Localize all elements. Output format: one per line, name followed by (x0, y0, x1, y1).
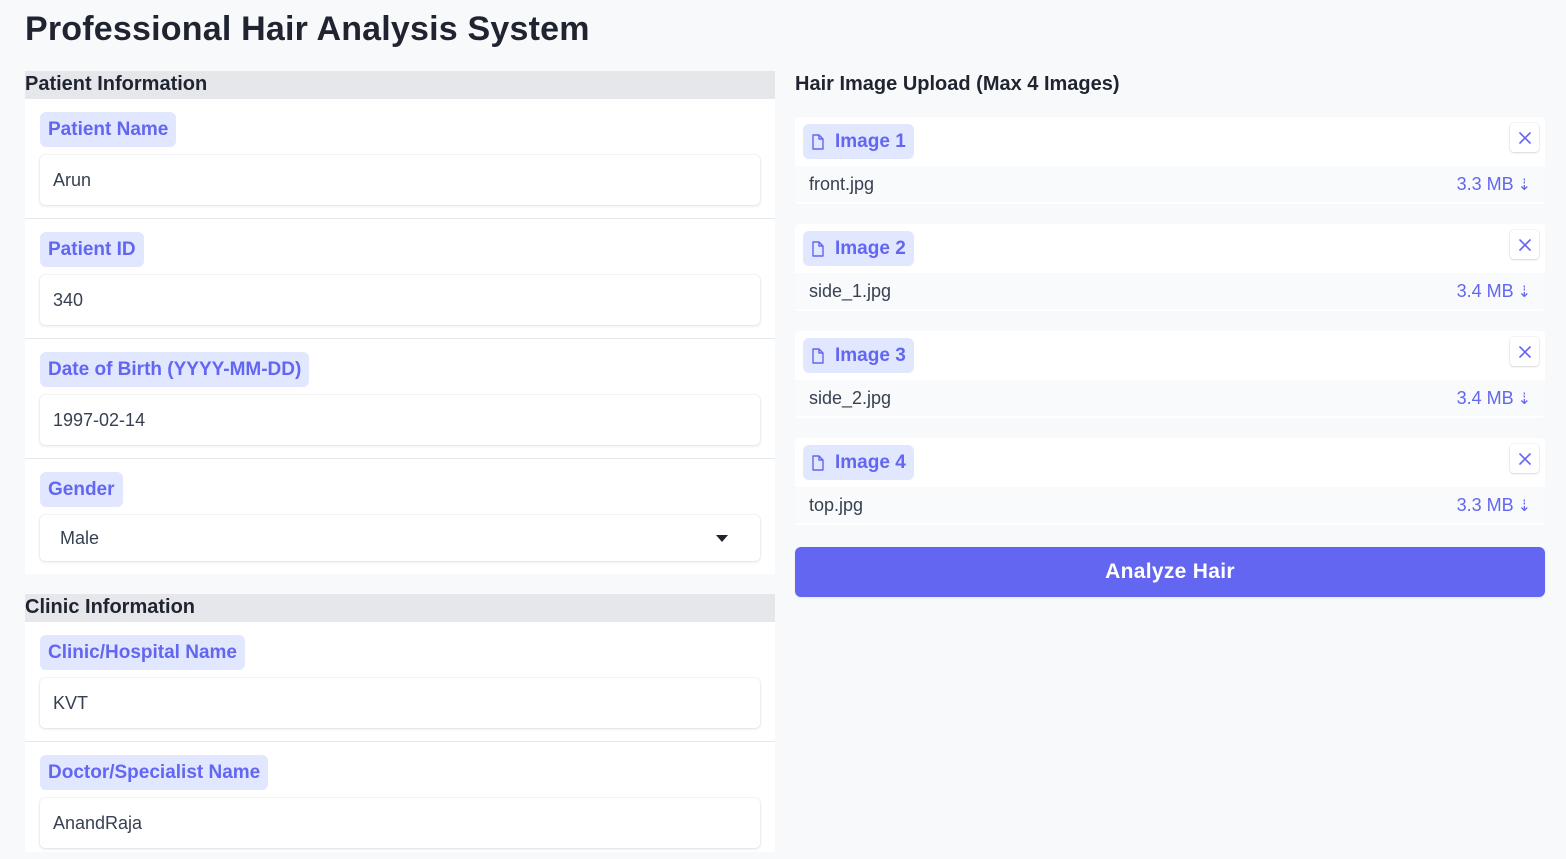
file-name: side_1.jpg (809, 280, 892, 301)
file-tag-label: Image 1 (835, 131, 906, 152)
remove-file-button[interactable] (1510, 230, 1539, 259)
file-row: side_1.jpg 3.4 MB ⇣ (795, 273, 1545, 309)
close-icon (1518, 238, 1531, 251)
file-tag: Image 4 (803, 445, 914, 480)
patient-id-input[interactable]: 340 (40, 275, 760, 325)
patient-id-group: Patient ID 340 (25, 219, 775, 339)
patient-name-input[interactable]: Arun (40, 155, 760, 205)
upload-section-title: Hair Image Upload (Max 4 Images) (795, 73, 1120, 95)
file-size: 3.3 MB (1456, 494, 1514, 515)
file-tag: Image 1 (803, 124, 914, 159)
uploaded-file-card: Image 1 front.jpg 3.3 MB ⇣ (795, 117, 1545, 204)
download-icon: ⇣ (1517, 176, 1531, 194)
download-link[interactable]: 3.4 MB ⇣ (1457, 388, 1531, 409)
download-icon: ⇣ (1517, 390, 1531, 408)
remove-file-button[interactable] (1510, 123, 1539, 152)
clinic-name-input[interactable]: KVT (40, 678, 760, 728)
right-column: Hair Image Upload (Max 4 Images) Image 1… (795, 71, 1545, 597)
dob-group: Date of Birth (YYYY-MM-DD) 1997-02-14 (25, 339, 775, 459)
download-icon: ⇣ (1517, 283, 1531, 301)
analyze-hair-button[interactable]: Analyze Hair (795, 547, 1545, 597)
doctor-name-group: Doctor/Specialist Name AnandRaja (25, 742, 775, 852)
uploaded-file-card: Image 4 top.jpg 3.3 MB ⇣ (795, 438, 1545, 525)
clinic-section: Clinic/Hospital Name KVT Doctor/Speciali… (25, 622, 775, 852)
dob-input[interactable]: 1997-02-14 (40, 395, 760, 445)
section-gap (25, 574, 775, 594)
gender-select-value: Male (60, 528, 100, 548)
file-row: side_2.jpg 3.4 MB ⇣ (795, 380, 1545, 416)
clinic-name-label: Clinic/Hospital Name (40, 635, 245, 670)
file-name: top.jpg (809, 494, 864, 515)
file-icon (812, 240, 824, 257)
remove-file-button[interactable] (1510, 337, 1539, 366)
close-icon (1518, 452, 1531, 465)
download-link[interactable]: 3.3 MB ⇣ (1457, 495, 1531, 516)
gender-group: Gender Male (25, 459, 775, 574)
patient-section-header: Patient Information (25, 71, 775, 99)
close-icon (1518, 131, 1531, 144)
gender-select[interactable]: Male (40, 515, 760, 561)
file-icon (812, 133, 824, 150)
file-tag-label: Image 2 (835, 238, 906, 259)
file-tag-label: Image 4 (835, 452, 906, 473)
app-page: Professional Hair Analysis System Patien… (0, 0, 1566, 859)
download-link[interactable]: 3.3 MB ⇣ (1457, 174, 1531, 195)
file-tag: Image 3 (803, 338, 914, 373)
file-row: front.jpg 3.3 MB ⇣ (795, 166, 1545, 202)
file-size: 3.4 MB (1456, 280, 1514, 301)
file-name: front.jpg (809, 173, 875, 194)
file-tag-label: Image 3 (835, 345, 906, 366)
uploaded-file-card: Image 2 side_1.jpg 3.4 MB ⇣ (795, 224, 1545, 311)
file-icon (812, 454, 824, 471)
download-link[interactable]: 3.4 MB ⇣ (1457, 281, 1531, 302)
doctor-name-label: Doctor/Specialist Name (40, 755, 269, 790)
dob-label: Date of Birth (YYYY-MM-DD) (40, 352, 310, 387)
file-tag: Image 2 (803, 231, 914, 266)
uploaded-file-card: Image 3 side_2.jpg 3.4 MB ⇣ (795, 331, 1545, 418)
download-icon: ⇣ (1517, 497, 1531, 515)
patient-name-group: Patient Name Arun (25, 99, 775, 219)
clinic-name-group: Clinic/Hospital Name KVT (25, 622, 775, 742)
chevron-down-icon (716, 535, 728, 542)
left-column: Patient Information Patient Name Arun Pa… (25, 71, 775, 852)
clinic-section-header: Clinic Information (25, 594, 775, 622)
gender-label: Gender (40, 472, 123, 507)
patient-id-label: Patient ID (40, 232, 144, 267)
doctor-name-input[interactable]: AnandRaja (40, 798, 760, 848)
patient-name-label: Patient Name (40, 112, 177, 147)
remove-file-button[interactable] (1510, 444, 1539, 473)
file-name: side_2.jpg (809, 387, 892, 408)
file-size: 3.3 MB (1456, 173, 1514, 194)
file-size: 3.4 MB (1456, 387, 1514, 408)
patient-section: Patient Name Arun Patient ID 340 Date of… (25, 99, 775, 574)
close-icon (1518, 345, 1531, 358)
file-row: top.jpg 3.3 MB ⇣ (795, 487, 1545, 523)
page-title: Professional Hair Analysis System (25, 10, 590, 48)
file-icon (812, 347, 824, 364)
